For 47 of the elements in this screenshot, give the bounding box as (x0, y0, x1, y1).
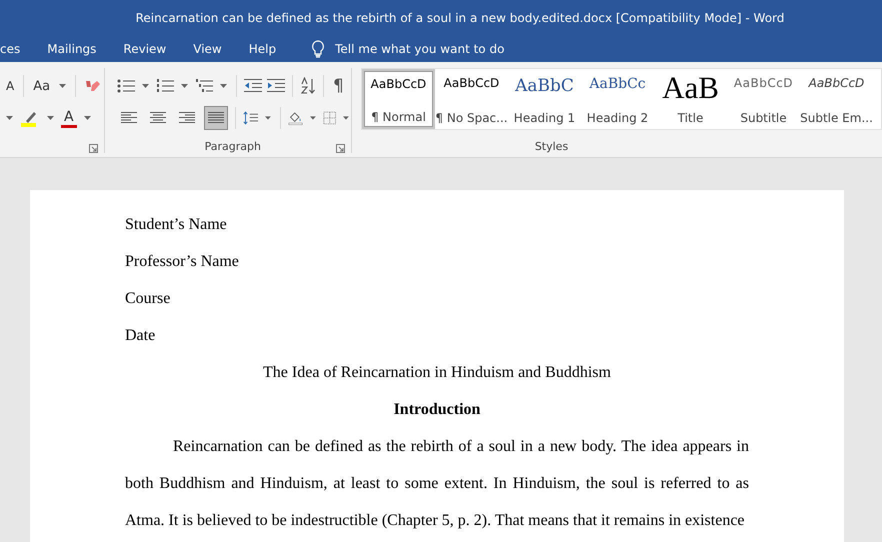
document-line: Student’s Name (125, 215, 228, 235)
style-option[interactable]: AaBbCcD ¶ Normal (362, 69, 435, 129)
document-title: The Idea of Reincarnation in Hinduism and Buddhism (262, 363, 612, 383)
caret-icon[interactable] (6, 116, 13, 120)
dialog-launcher-icon[interactable] (89, 144, 98, 153)
sort-icon[interactable] (300, 77, 316, 95)
caret-icon[interactable] (310, 116, 316, 120)
ribbon-tab[interactable]: Help (248, 35, 290, 62)
change-case-button[interactable]: Aa (31, 74, 52, 98)
borders-icon[interactable] (322, 110, 336, 126)
align-justify-icon (208, 112, 224, 124)
section-heading: Introduction (392, 400, 482, 420)
body-paragraph: Reincarnation can be defined as the rebirth of a soul in a new body. The idea appears in both Buddhism and Hinduism, at least to some extent. In Hinduism, the soul is referred to as Atma. It is believed to be indestructible (Chapter 5, p. 2). That means that it remains in existence (125, 437, 749, 531)
document-line: Date (125, 326, 156, 346)
font-color-button[interactable]: A (61, 108, 77, 128)
lightbulb-icon[interactable] (311, 40, 326, 58)
caret-icon[interactable] (84, 116, 91, 120)
grow-font-button[interactable]: A (4, 74, 16, 98)
document-line: Professor’s Name (125, 252, 240, 272)
ribbon-tab[interactable]: ces (0, 35, 34, 62)
caret-icon[interactable] (142, 84, 149, 88)
numbered-list-icon[interactable] (156, 78, 174, 94)
caret-icon[interactable] (343, 116, 349, 120)
ribbon-tab[interactable]: Mailings (47, 35, 110, 62)
group-label: Paragraph (204, 140, 261, 153)
multilevel-list-icon[interactable] (195, 78, 213, 94)
ribbon-tab[interactable]: Review (123, 35, 180, 62)
document-line: Course (125, 289, 172, 309)
caret-icon[interactable] (220, 84, 227, 88)
tell-me-field[interactable]: Tell me what you want to do (333, 40, 538, 56)
align-right-icon (179, 112, 195, 124)
window-title: Reincarnation can be defined as the rebirth of a soul in a new body.edited.docx [Compatibility Mode] - Word (134, 10, 784, 24)
caret-icon[interactable] (59, 84, 66, 88)
align-justify-button[interactable] (204, 106, 228, 130)
caret-icon[interactable] (264, 116, 271, 120)
increase-indent-icon[interactable] (267, 78, 285, 94)
caret-icon[interactable] (47, 116, 54, 120)
bullet-list-icon[interactable] (117, 78, 135, 94)
decrease-indent-icon[interactable] (244, 78, 262, 94)
line-spacing-icon[interactable] (242, 110, 258, 126)
group-label: Styles (534, 140, 568, 153)
show-formatting-button[interactable]: ¶ (331, 74, 346, 98)
align-center-icon (150, 112, 166, 124)
dialog-launcher-icon[interactable] (336, 144, 345, 153)
caret-icon[interactable] (181, 84, 188, 88)
ribbon-tab[interactable]: View (193, 35, 235, 62)
align-left-icon (121, 112, 137, 124)
